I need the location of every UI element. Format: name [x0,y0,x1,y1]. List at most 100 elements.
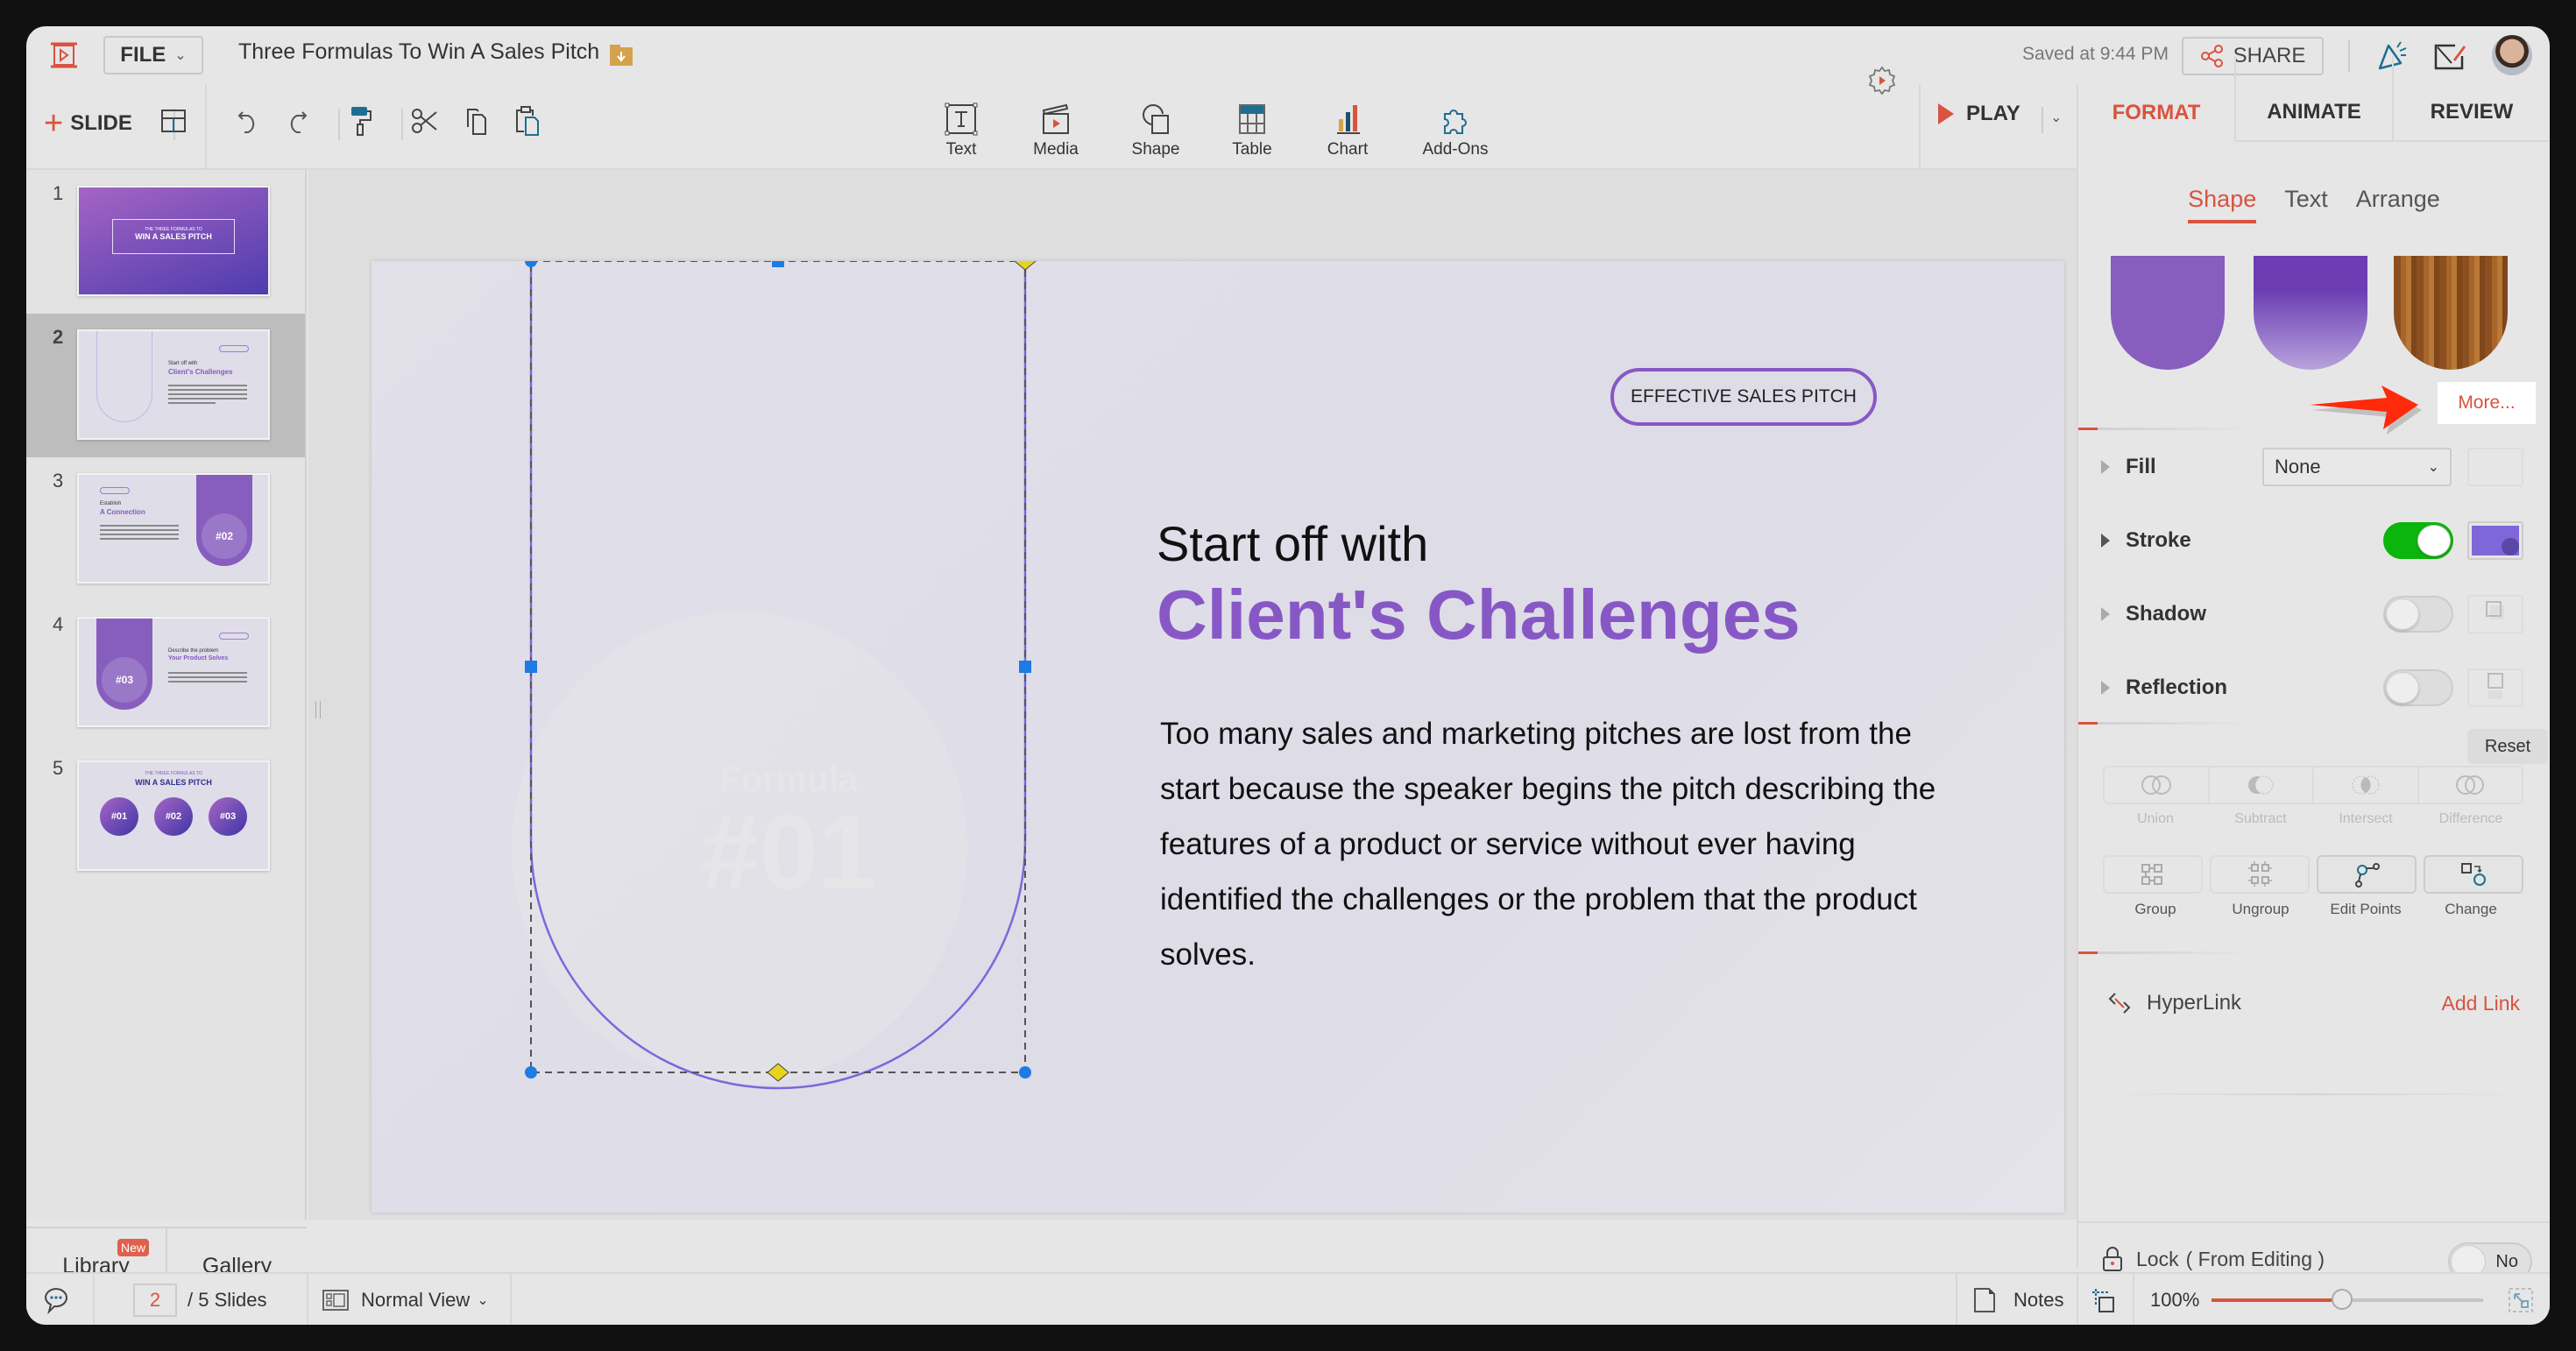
arch-shape: #02 [196,475,252,566]
insert-text-button[interactable]: Text [913,102,1009,159]
copy-button[interactable] [461,105,492,137]
slideshow-settings-icon[interactable] [1866,65,1898,96]
shadow-toggle[interactable] [2383,596,2453,633]
union-button[interactable] [2105,767,2210,803]
subtab-text[interactable]: Text [2284,186,2328,223]
group-button[interactable] [2103,855,2203,894]
formula-badge: #02 [154,797,193,836]
slide-thumbnail[interactable]: 1 THE THREE FORMULAS TO WIN A SALES PITC… [26,170,305,314]
resize-handle-bottom-right[interactable] [1019,1066,1031,1079]
fit-to-slide-button[interactable] [2091,1274,2117,1325]
slide-title: Your Product Solves [168,655,229,661]
subtab-arrange[interactable]: Arrange [2356,186,2440,223]
fill-select[interactable]: None ⌄ [2262,448,2452,486]
undo-button[interactable] [233,105,265,137]
zoom-slider-knob[interactable] [2331,1289,2353,1310]
tab-animate[interactable]: ANIMATE [2234,56,2392,142]
divider [1919,84,1921,170]
insert-shape-button[interactable]: Shape [1108,102,1204,159]
slide-canvas[interactable]: Formula #01 EFFECTIVE SALES PITCH Start … [308,170,2077,1220]
insert-table-button[interactable]: Table [1204,102,1300,159]
tab-review[interactable]: REVIEW [2392,56,2550,142]
panel-resize-handle[interactable] [315,701,321,718]
shape-style-gradient-purple[interactable] [2254,256,2367,370]
insert-addons-button[interactable]: Add-Ons [1407,102,1504,159]
format-painter-button[interactable] [345,105,377,137]
change-shape-button[interactable] [2424,855,2523,894]
divider [205,84,207,170]
expand-triangle-icon[interactable] [2101,534,2110,548]
slide-thumbnail[interactable]: 5 THE THREE FORMULAS TO WIN A SALES PITC… [26,745,305,888]
folder-icon[interactable] [609,44,633,67]
heading-main[interactable]: Client's Challenges [1157,575,1801,655]
shadow-preset-picker[interactable] [2467,595,2523,633]
subtract-button[interactable] [2210,767,2314,803]
subtab-shape[interactable]: Shape [2188,186,2257,223]
stroke-color-picker[interactable] [2467,521,2523,560]
reflection-preset-picker[interactable] [2467,668,2523,707]
heading-lead[interactable]: Start off with [1157,515,1428,572]
slide-preview: #03 Describe the problem Your Product So… [77,617,270,727]
stroke-row[interactable]: Stroke [2101,519,2530,562]
show-logo-icon[interactable] [49,42,79,68]
fill-value: None [2275,456,2321,477]
change-shape-icon [2461,863,2486,886]
reflection-toggle[interactable] [2383,669,2453,706]
shadow-label: Shadow [2126,602,2207,626]
divider [2077,1274,2078,1325]
format-subtabs: Shape Text Arrange [2078,186,2550,223]
stroke-toggle[interactable] [2383,522,2453,559]
view-mode-dropdown[interactable]: Normal View ⌄ [322,1274,489,1325]
expand-triangle-icon[interactable] [2101,681,2110,695]
slide-thumbnail[interactable]: 4 #03 Describe the problem Your Product … [26,601,305,745]
play-button[interactable]: PLAY [1938,102,2020,126]
effective-sales-pitch-pill[interactable]: EFFECTIVE SALES PITCH [1610,368,1877,426]
paste-button[interactable] [512,105,543,137]
format-panel: FORMAT ANIMATE REVIEW Shape Text Arrange… [2077,56,2550,1300]
add-link-button[interactable]: Add Link [2441,992,2520,1015]
formula-badge: #03 [209,797,247,836]
body-paragraph[interactable]: Too many sales and marketing pitches are… [1160,706,1949,982]
insert-media-button[interactable]: Media [1008,102,1104,159]
intersect-button[interactable] [2314,767,2419,803]
resize-handle-bottom-left[interactable] [525,1066,537,1079]
ungroup-button[interactable] [2210,855,2310,894]
intersect-label: Intersect [2339,811,2393,826]
insert-chart-button[interactable]: Chart [1299,102,1396,159]
edit-points-button[interactable] [2317,855,2417,894]
more-styles-button[interactable]: More... [2438,382,2536,424]
fullscreen-button[interactable] [2508,1274,2534,1325]
reflection-row[interactable]: Reflection [2101,666,2530,710]
shadow-row[interactable]: Shadow [2101,592,2530,636]
file-menu-button[interactable]: FILE ⌄ [103,36,203,74]
expand-triangle-icon[interactable] [2101,607,2110,621]
shape-style-wood-texture[interactable] [2394,256,2508,370]
slide-thumbnail[interactable]: 3 Establish A Connection #02 [26,457,305,601]
document-title[interactable]: Three Formulas To Win A Sales Pitch [238,39,599,65]
layout-button[interactable] [158,105,189,137]
text-lines [168,382,247,407]
tab-format[interactable]: FORMAT [2078,56,2234,142]
notes-button[interactable]: Notes [1973,1274,2063,1325]
zoom-slider[interactable] [2212,1289,2483,1310]
resize-handle-top[interactable] [772,261,784,267]
add-slide-button[interactable]: + SLIDE [44,107,132,140]
expand-triangle-icon[interactable] [2101,460,2110,474]
resize-handle-top-left[interactable] [525,261,537,267]
redo-button[interactable] [280,105,312,137]
fill-row[interactable]: Fill None ⌄ [2101,445,2530,489]
shape-style-solid-purple[interactable] [2111,256,2225,370]
play-options-chevron-icon[interactable]: ⌄ [2050,109,2062,126]
resize-handle-left[interactable] [525,661,537,673]
slide[interactable]: Formula #01 EFFECTIVE SALES PITCH Start … [372,261,2064,1213]
view-mode-label: Normal View [361,1289,471,1311]
slide-thumbnail-selected[interactable]: 2 Start off with Client's Challenges [26,314,305,457]
reset-button[interactable]: Reset [2467,729,2548,764]
cut-button[interactable] [408,105,440,137]
adjust-handle-top-right[interactable] [1014,261,1037,271]
comments-button[interactable] [42,1274,74,1325]
resize-handle-right[interactable] [1019,661,1031,673]
difference-button[interactable] [2419,767,2523,803]
current-page-input[interactable]: 2 [133,1284,177,1317]
comments-icon [44,1288,67,1315]
